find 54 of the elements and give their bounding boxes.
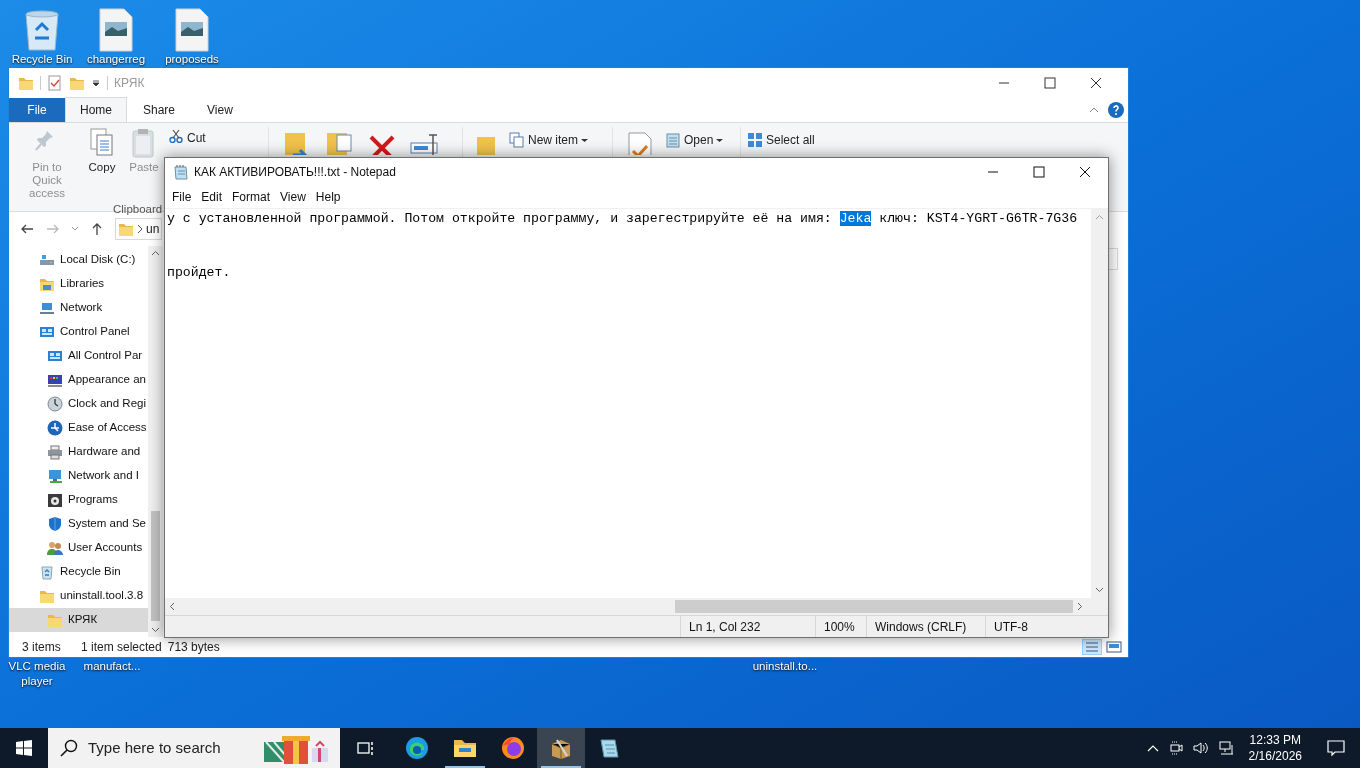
desktop-icon-label: manufact... bbox=[82, 659, 142, 674]
nav-item[interactable]: User Accounts bbox=[9, 536, 148, 560]
nav-item[interactable]: Local Disk (C:) bbox=[9, 248, 148, 272]
desktop-icon-label: changerreg bbox=[86, 53, 146, 66]
nav-item[interactable]: Network and I bbox=[9, 464, 148, 488]
address-bar[interactable]: un bbox=[115, 218, 162, 240]
ribbon-tab[interactable]: Home bbox=[65, 97, 127, 122]
menu-item[interactable]: Edit bbox=[196, 188, 228, 206]
nav-item[interactable]: Clock and Regi bbox=[9, 392, 148, 416]
menu-item[interactable]: View bbox=[275, 188, 311, 206]
window-title: КАК АКТИВИРОВАТЬ!!!.txt - Notepad bbox=[194, 164, 396, 181]
nav-item[interactable]: uninstall.tool.3.8 bbox=[9, 584, 148, 608]
group-label: Clipboard bbox=[113, 202, 163, 217]
nav-item[interactable]: Recycle Bin bbox=[9, 560, 148, 584]
cursor-position: Ln 1, Col 232 bbox=[680, 616, 815, 637]
ribbon-tab[interactable]: View bbox=[191, 98, 249, 122]
nav-item[interactable]: Control Panel bbox=[9, 320, 148, 344]
zoom-level: 100% bbox=[815, 616, 866, 637]
nav-item[interactable]: Appearance an bbox=[9, 368, 148, 392]
desktop-icon-label: Recycle Bin bbox=[11, 53, 73, 66]
nav-item[interactable]: КРЯК bbox=[9, 608, 148, 632]
cut-button[interactable]: Cut bbox=[169, 129, 206, 147]
text-line: у с установленной программой. Потом откройте программу, и зарегестрируйте её на имя: bbox=[167, 211, 833, 226]
copy-button[interactable]: Copy bbox=[85, 127, 119, 199]
nav-item[interactable]: System and Se bbox=[9, 512, 148, 536]
text-line: пройдет. bbox=[167, 265, 231, 280]
select-all-button[interactable]: Select all bbox=[747, 131, 815, 149]
search-field[interactable]: Type here to search bbox=[48, 728, 340, 768]
search-input[interactable]: Type here to search bbox=[88, 736, 248, 760]
nav-item[interactable]: All Control Par bbox=[9, 344, 148, 368]
nav-item[interactable]: Ease of Access bbox=[9, 416, 148, 440]
selection-count: 1 item selected bbox=[81, 639, 162, 656]
desktop-icon-label: VLC media player bbox=[7, 659, 67, 689]
nav-item[interactable]: Programs bbox=[9, 488, 148, 512]
ribbon-tab[interactable]: Share bbox=[127, 98, 192, 122]
menu-item[interactable]: Help bbox=[310, 188, 346, 206]
desktop-icon-label: uninstall.to... bbox=[751, 659, 819, 674]
new-item-button[interactable]: New item bbox=[509, 131, 588, 149]
text-encoding: UTF-8 bbox=[985, 616, 1085, 637]
window-title: КРЯК bbox=[114, 74, 145, 92]
desktop-icon-label: proposeds bbox=[165, 53, 219, 66]
open-button[interactable]: Open bbox=[665, 131, 724, 149]
item-count: 3 items bbox=[22, 639, 62, 656]
line-ending: Windows (CRLF) bbox=[866, 616, 985, 637]
nav-item[interactable]: Hardware and bbox=[9, 440, 148, 464]
nav-item[interactable]: Network bbox=[9, 296, 148, 320]
text-line: ключ: KST4-YGRT-G6TR-7G36 bbox=[878, 211, 1078, 226]
nav-item[interactable]: Libraries bbox=[9, 272, 148, 296]
menu-item[interactable]: File bbox=[167, 188, 197, 206]
file-menu-button[interactable]: File bbox=[9, 98, 65, 122]
clock[interactable]: 12:33 PM 2/16/2026 bbox=[1244, 732, 1306, 764]
file-size: 713 bytes bbox=[167, 639, 220, 656]
menu-item[interactable]: Format bbox=[227, 188, 276, 206]
selected-text: Jeka bbox=[839, 211, 872, 226]
